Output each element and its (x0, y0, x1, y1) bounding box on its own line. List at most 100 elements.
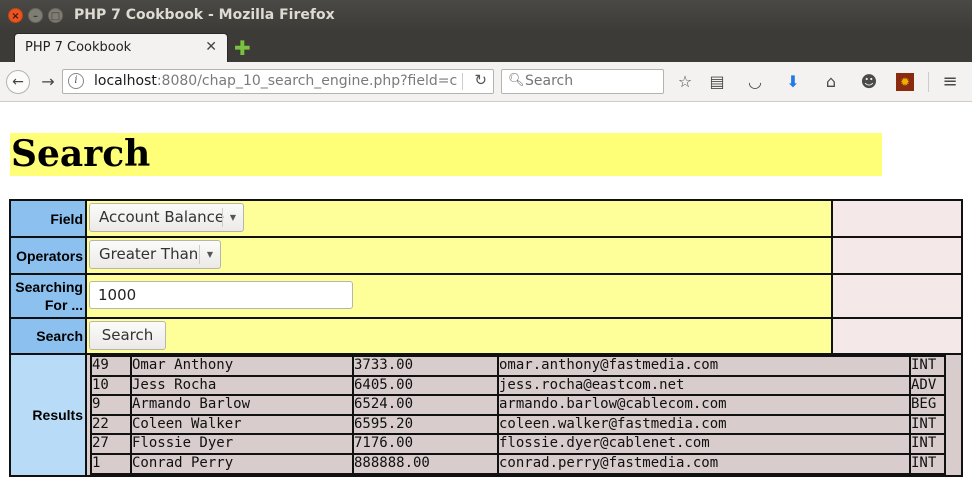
home-icon[interactable]: ⌂ (820, 71, 842, 93)
tab-strip: PHP 7 Cookbook ✕ ✚ (0, 32, 972, 62)
url-separator (462, 73, 463, 90)
results-cell: 49 Omar Anthony 3733.00 omar.anthony@fastme… (85, 353, 963, 477)
result-id: 9 (90, 394, 132, 416)
result-email: coleen.walker@fastmedia.com (497, 413, 911, 436)
searching-for-label-line1: Searching (15, 279, 83, 295)
operator-select[interactable]: Greater Than ▼ (89, 240, 221, 269)
field-select-value: Account Balance (99, 208, 225, 226)
download-icon[interactable]: ⬇ (782, 71, 804, 93)
new-tab-icon[interactable]: ✚ (234, 36, 251, 60)
chevron-down-icon: ▼ (222, 208, 243, 227)
searching-for-row: Searching For ... (9, 273, 963, 319)
operators-row: Operators Greater Than ▼ (9, 236, 963, 275)
result-row: 49 Omar Anthony 3733.00 omar.anthony@fastme… (90, 355, 946, 377)
result-row: 1 Conrad Perry 888888.00 conrad.perry@fastm… (90, 452, 946, 475)
results-body: 49 Omar Anthony 3733.00 omar.anthony@fastme… (90, 355, 946, 475)
menu-icon[interactable]: ≡ (939, 71, 961, 93)
window-titlebar: × – □ PHP 7 Cookbook - Mozilla Firefox (0, 0, 972, 32)
result-balance: 888888.00 (352, 452, 499, 475)
reading-list-icon[interactable]: ▤ (706, 71, 728, 93)
back-icon[interactable]: ← (6, 70, 30, 94)
result-balance: 3733.00 (352, 355, 499, 377)
url-text: localhost:8080/chap_10_search_engine.php… (94, 73, 457, 89)
window-maximize-button[interactable]: □ (48, 8, 63, 23)
result-name: Jess Rocha (130, 374, 354, 397)
result-email: flossie.dyer@cablenet.com (497, 433, 911, 455)
smiley-icon[interactable]: ☻ (858, 71, 880, 93)
operator-select-value: Greater Than (99, 245, 199, 263)
searching-for-label: Searching For ... (9, 273, 87, 319)
result-id: 22 (90, 413, 132, 436)
result-email: conrad.perry@fastmedia.com (497, 452, 911, 475)
field-side-cell (831, 199, 963, 238)
pocket-icon[interactable]: ◡ (744, 71, 766, 93)
tab-close-icon[interactable]: ✕ (205, 39, 217, 55)
operators-label: Operators (9, 236, 87, 275)
result-row: 10 Jess Rocha 6405.00 jess.rocha@eastcom.ne… (90, 374, 946, 397)
field-select[interactable]: Account Balance ▼ (89, 203, 244, 232)
reload-icon[interactable]: ↻ (474, 71, 487, 89)
result-email: armando.barlow@cablecom.com (497, 394, 911, 416)
result-email: omar.anthony@fastmedia.com (497, 355, 911, 377)
toolbar-separator (928, 72, 929, 92)
result-name: Coleen Walker (130, 413, 354, 436)
search-value-input[interactable] (89, 281, 353, 309)
search-label: Search (9, 317, 87, 355)
bookmark-star-icon[interactable]: ☆ (674, 71, 696, 93)
info-icon[interactable]: i (68, 73, 84, 89)
result-balance: 6524.00 (352, 394, 499, 416)
result-email: jess.rocha@eastcom.net (497, 374, 911, 397)
page-content: Search Field Account Balance ▼ Operators… (0, 102, 972, 477)
url-path: :8080/chap_10_search_engine.php?field=c (156, 73, 458, 89)
searching-for-side-cell (831, 273, 963, 319)
search-button-cell: Search (85, 317, 833, 355)
result-type: ADV (909, 374, 946, 397)
search-input[interactable] (525, 73, 655, 89)
page-title: Search (10, 133, 882, 176)
result-type: BEG (909, 394, 946, 416)
results-label: Results (9, 353, 87, 477)
searching-for-cell (85, 273, 833, 319)
search-bar[interactable]: 🔍︎ (501, 69, 664, 94)
results-table: 49 Omar Anthony 3733.00 omar.anthony@fastme… (90, 355, 946, 475)
result-name: Omar Anthony (130, 355, 354, 377)
result-row: 9 Armando Barlow 6524.00 armando.barlow@cab… (90, 394, 946, 416)
result-id: 10 (90, 374, 132, 397)
result-name: Armando Barlow (130, 394, 354, 416)
results-row: Results 49 Omar Anthony 3733.00 omar.anthon… (9, 353, 963, 477)
forward-icon[interactable]: → (35, 70, 61, 94)
field-row: Field Account Balance ▼ (9, 199, 963, 238)
tab-label: PHP 7 Cookbook (25, 40, 132, 55)
result-balance: 6405.00 (352, 374, 499, 397)
result-id: 1 (90, 452, 132, 475)
url-host: localhost (94, 73, 157, 89)
result-balance: 7176.00 (352, 433, 499, 455)
result-name: Conrad Perry (130, 452, 354, 475)
result-id: 27 (90, 433, 132, 455)
window-minimize-button[interactable]: – (28, 8, 43, 23)
window-title: PHP 7 Cookbook - Mozilla Firefox (74, 7, 335, 23)
field-label: Field (9, 199, 87, 238)
search-form-table: Field Account Balance ▼ Operators Greate… (9, 199, 963, 477)
search-row: Search Search (9, 317, 963, 355)
result-type: INT (909, 413, 946, 436)
operators-cell: Greater Than ▼ (85, 236, 833, 275)
navigation-toolbar: ← → i localhost:8080/chap_10_search_engi… (0, 62, 972, 102)
field-cell: Account Balance ▼ (85, 199, 833, 238)
window-close-button[interactable]: × (8, 8, 23, 23)
result-row: 27 Flossie Dyer 7176.00 flossie.dyer@cablen… (90, 433, 946, 455)
result-balance: 6595.20 (352, 413, 499, 436)
operators-side-cell (831, 236, 963, 275)
addon-icon[interactable]: ✹ (896, 73, 914, 91)
result-name: Flossie Dyer (130, 433, 354, 455)
search-button[interactable]: Search (89, 321, 166, 350)
result-type: INT (909, 452, 946, 475)
searching-for-label-line2: For ... (44, 297, 83, 313)
url-bar[interactable]: i localhost:8080/chap_10_search_engine.p… (62, 69, 494, 94)
search-icon: 🔍︎ (508, 73, 525, 88)
chevron-down-icon: ▼ (199, 245, 220, 264)
result-type: INT (909, 355, 946, 377)
tab-php7-cookbook[interactable]: PHP 7 Cookbook ✕ (14, 33, 228, 62)
search-side-cell (831, 317, 963, 355)
result-type: INT (909, 433, 946, 455)
